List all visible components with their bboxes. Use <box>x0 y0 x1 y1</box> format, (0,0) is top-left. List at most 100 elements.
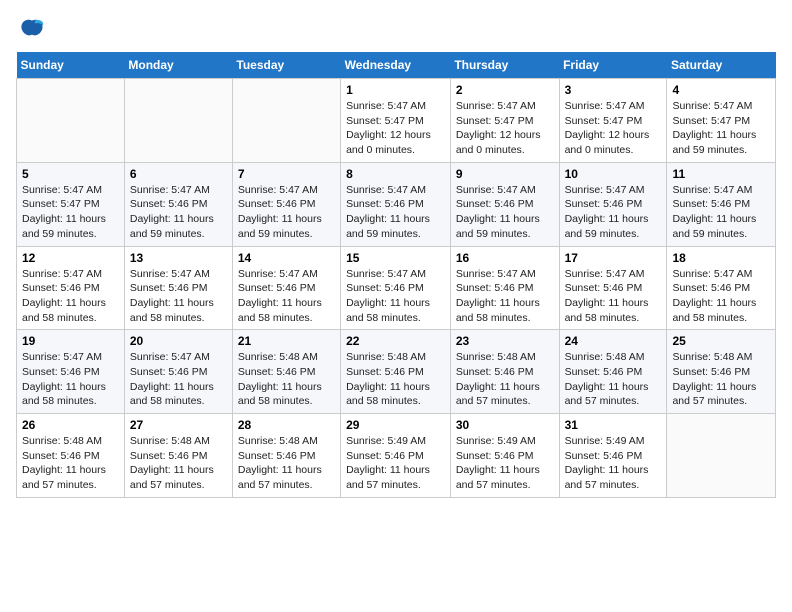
calendar-cell: 11 Sunrise: 5:47 AM Sunset: 5:46 PM Dayli… <box>667 162 776 246</box>
calendar-cell: 7 Sunrise: 5:47 AM Sunset: 5:46 PM Daylig… <box>232 162 340 246</box>
day-info: Sunrise: 5:47 AM Sunset: 5:46 PM Dayligh… <box>238 267 335 326</box>
calendar-week-row: 5Sunrise: 5:47 AM Sunset: 5:47 PM Daylig… <box>17 162 776 246</box>
header-thursday: Thursday <box>450 52 559 79</box>
day-info: Sunrise: 5:47 AM Sunset: 5:46 PM Dayligh… <box>672 267 770 326</box>
day-info: Sunrise: 5:47 AM Sunset: 5:46 PM Dayligh… <box>22 350 119 409</box>
calendar-cell <box>17 79 125 163</box>
calendar-cell: 30 Sunrise: 5:49 AM Sunset: 5:46 PM Dayli… <box>450 414 559 498</box>
calendar-cell: 27Sunrise: 5:48 AM Sunset: 5:46 PM Dayli… <box>124 414 232 498</box>
day-info: Sunrise: 5:47 AM Sunset: 5:46 PM Dayligh… <box>672 183 770 242</box>
header-sunday: Sunday <box>17 52 125 79</box>
day-info: Sunrise: 5:47 AM Sunset: 5:46 PM Dayligh… <box>565 183 662 242</box>
calendar-week-row: 1 Sunrise: 5:47 AM Sunset: 5:47 PM Daylig… <box>17 79 776 163</box>
day-number: 27 <box>130 418 227 432</box>
day-info: Sunrise: 5:48 AM Sunset: 5:46 PM Dayligh… <box>22 434 119 493</box>
day-info: Sunrise: 5:49 AM Sunset: 5:46 PM Dayligh… <box>565 434 662 493</box>
day-number: 9 <box>456 167 554 181</box>
day-number: 23 <box>456 334 554 348</box>
day-number: 25 <box>672 334 770 348</box>
day-number: 12 <box>22 251 119 265</box>
calendar-cell: 5Sunrise: 5:47 AM Sunset: 5:47 PM Daylig… <box>17 162 125 246</box>
day-info: Sunrise: 5:48 AM Sunset: 5:46 PM Dayligh… <box>346 350 445 409</box>
calendar-cell <box>124 79 232 163</box>
day-info: Sunrise: 5:47 AM Sunset: 5:46 PM Dayligh… <box>130 350 227 409</box>
day-info: Sunrise: 5:47 AM Sunset: 5:47 PM Dayligh… <box>346 99 445 158</box>
day-number: 19 <box>22 334 119 348</box>
header-wednesday: Wednesday <box>341 52 451 79</box>
day-number: 26 <box>22 418 119 432</box>
day-number: 3 <box>565 83 662 97</box>
calendar-header-row: SundayMondayTuesdayWednesdayThursdayFrid… <box>17 52 776 79</box>
calendar-cell: 1 Sunrise: 5:47 AM Sunset: 5:47 PM Daylig… <box>341 79 451 163</box>
calendar-cell: 29Sunrise: 5:49 AM Sunset: 5:46 PM Dayli… <box>341 414 451 498</box>
calendar-cell: 24 Sunrise: 5:48 AM Sunset: 5:46 PM Dayli… <box>559 330 667 414</box>
calendar-cell: 20 Sunrise: 5:47 AM Sunset: 5:46 PM Dayli… <box>124 330 232 414</box>
day-number: 14 <box>238 251 335 265</box>
day-info: Sunrise: 5:47 AM Sunset: 5:46 PM Dayligh… <box>456 183 554 242</box>
day-info: Sunrise: 5:48 AM Sunset: 5:46 PM Dayligh… <box>238 434 335 493</box>
day-number: 1 <box>346 83 445 97</box>
day-number: 30 <box>456 418 554 432</box>
calendar-week-row: 26 Sunrise: 5:48 AM Sunset: 5:46 PM Dayli… <box>17 414 776 498</box>
calendar-cell: 19 Sunrise: 5:47 AM Sunset: 5:46 PM Dayli… <box>17 330 125 414</box>
day-number: 8 <box>346 167 445 181</box>
day-info: Sunrise: 5:47 AM Sunset: 5:46 PM Dayligh… <box>456 267 554 326</box>
page-header <box>16 16 776 40</box>
calendar-cell: 13Sunrise: 5:47 AM Sunset: 5:46 PM Dayli… <box>124 246 232 330</box>
calendar-cell: 26 Sunrise: 5:48 AM Sunset: 5:46 PM Dayli… <box>17 414 125 498</box>
day-info: Sunrise: 5:47 AM Sunset: 5:46 PM Dayligh… <box>346 267 445 326</box>
day-number: 20 <box>130 334 227 348</box>
calendar-cell: 15 Sunrise: 5:47 AM Sunset: 5:46 PM Dayli… <box>341 246 451 330</box>
calendar-table: SundayMondayTuesdayWednesdayThursdayFrid… <box>16 52 776 498</box>
day-info: Sunrise: 5:47 AM Sunset: 5:46 PM Dayligh… <box>565 267 662 326</box>
calendar-cell: 21 Sunrise: 5:48 AM Sunset: 5:46 PM Dayli… <box>232 330 340 414</box>
calendar-cell: 18 Sunrise: 5:47 AM Sunset: 5:46 PM Dayli… <box>667 246 776 330</box>
header-tuesday: Tuesday <box>232 52 340 79</box>
day-number: 15 <box>346 251 445 265</box>
day-number: 11 <box>672 167 770 181</box>
calendar-cell: 8Sunrise: 5:47 AM Sunset: 5:46 PM Daylig… <box>341 162 451 246</box>
header-saturday: Saturday <box>667 52 776 79</box>
calendar-cell: 14 Sunrise: 5:47 AM Sunset: 5:46 PM Dayli… <box>232 246 340 330</box>
day-number: 16 <box>456 251 554 265</box>
calendar-week-row: 19 Sunrise: 5:47 AM Sunset: 5:46 PM Dayli… <box>17 330 776 414</box>
day-number: 7 <box>238 167 335 181</box>
calendar-cell: 31 Sunrise: 5:49 AM Sunset: 5:46 PM Dayli… <box>559 414 667 498</box>
day-info: Sunrise: 5:48 AM Sunset: 5:46 PM Dayligh… <box>565 350 662 409</box>
calendar-cell <box>232 79 340 163</box>
day-info: Sunrise: 5:49 AM Sunset: 5:46 PM Dayligh… <box>456 434 554 493</box>
calendar-cell: 2Sunrise: 5:47 AM Sunset: 5:47 PM Daylig… <box>450 79 559 163</box>
calendar-cell: 28 Sunrise: 5:48 AM Sunset: 5:46 PM Dayli… <box>232 414 340 498</box>
calendar-week-row: 12 Sunrise: 5:47 AM Sunset: 5:46 PM Dayli… <box>17 246 776 330</box>
day-number: 4 <box>672 83 770 97</box>
day-number: 24 <box>565 334 662 348</box>
day-number: 22 <box>346 334 445 348</box>
day-number: 28 <box>238 418 335 432</box>
calendar-cell: 9 Sunrise: 5:47 AM Sunset: 5:46 PM Daylig… <box>450 162 559 246</box>
header-monday: Monday <box>124 52 232 79</box>
calendar-cell: 10 Sunrise: 5:47 AM Sunset: 5:46 PM Dayli… <box>559 162 667 246</box>
calendar-cell <box>667 414 776 498</box>
day-info: Sunrise: 5:47 AM Sunset: 5:46 PM Dayligh… <box>238 183 335 242</box>
day-info: Sunrise: 5:48 AM Sunset: 5:46 PM Dayligh… <box>456 350 554 409</box>
day-info: Sunrise: 5:47 AM Sunset: 5:46 PM Dayligh… <box>130 267 227 326</box>
day-number: 5 <box>22 167 119 181</box>
day-number: 29 <box>346 418 445 432</box>
day-info: Sunrise: 5:47 AM Sunset: 5:46 PM Dayligh… <box>130 183 227 242</box>
day-number: 17 <box>565 251 662 265</box>
day-info: Sunrise: 5:47 AM Sunset: 5:47 PM Dayligh… <box>456 99 554 158</box>
day-info: Sunrise: 5:47 AM Sunset: 5:47 PM Dayligh… <box>565 99 662 158</box>
calendar-cell: 23 Sunrise: 5:48 AM Sunset: 5:46 PM Dayli… <box>450 330 559 414</box>
calendar-cell: 6 Sunrise: 5:47 AM Sunset: 5:46 PM Daylig… <box>124 162 232 246</box>
day-number: 10 <box>565 167 662 181</box>
calendar-cell: 17 Sunrise: 5:47 AM Sunset: 5:46 PM Dayli… <box>559 246 667 330</box>
day-info: Sunrise: 5:47 AM Sunset: 5:46 PM Dayligh… <box>22 267 119 326</box>
calendar-cell: 4Sunrise: 5:47 AM Sunset: 5:47 PM Daylig… <box>667 79 776 163</box>
day-number: 21 <box>238 334 335 348</box>
day-info: Sunrise: 5:48 AM Sunset: 5:46 PM Dayligh… <box>238 350 335 409</box>
day-number: 6 <box>130 167 227 181</box>
day-number: 31 <box>565 418 662 432</box>
calendar-cell: 16 Sunrise: 5:47 AM Sunset: 5:46 PM Dayli… <box>450 246 559 330</box>
day-number: 18 <box>672 251 770 265</box>
day-info: Sunrise: 5:48 AM Sunset: 5:46 PM Dayligh… <box>672 350 770 409</box>
